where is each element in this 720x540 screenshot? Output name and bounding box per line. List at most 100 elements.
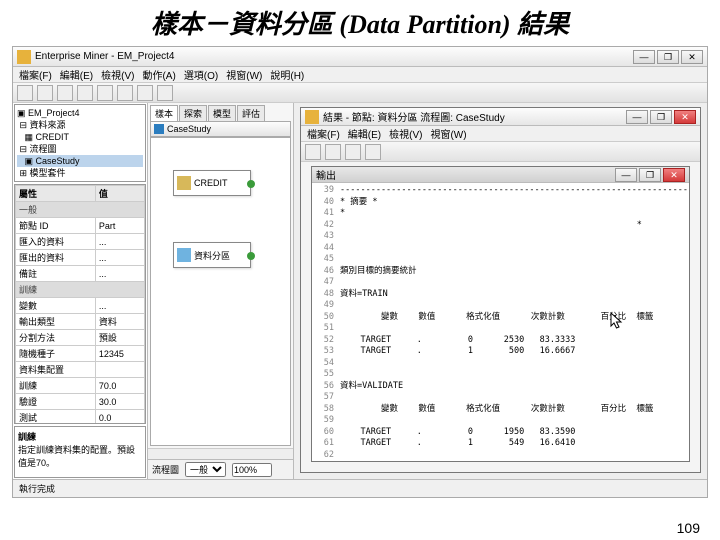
node-credit[interactable]: CREDIT bbox=[173, 170, 251, 196]
toolbar-button[interactable] bbox=[37, 85, 53, 101]
menu-help[interactable]: 說明(H) bbox=[270, 67, 304, 82]
menu-view[interactable]: 檢視(V) bbox=[389, 126, 422, 141]
diagram-name: CaseStudy bbox=[167, 124, 211, 134]
prop-val[interactable]: ... bbox=[95, 250, 144, 266]
app-menubar: 檔案(F) 編輯(E) 檢視(V) 動作(A) 選項(O) 視窗(W) 說明(H… bbox=[13, 67, 707, 83]
tree-item[interactable]: ⊞ 模型套件 bbox=[17, 167, 143, 179]
minimize-button[interactable]: — bbox=[615, 168, 637, 182]
output-log[interactable]: 39--------------------------------------… bbox=[312, 183, 689, 461]
prop-val[interactable]: 資料 bbox=[95, 314, 144, 330]
menu-edit[interactable]: 編輯(E) bbox=[348, 126, 381, 141]
tree-item[interactable]: ▦ CREDIT bbox=[17, 131, 143, 143]
results-area: 結果 - 節點: 資料分區 流程圖: CaseStudy — ❐ ✕ 檔案(F)… bbox=[294, 103, 707, 479]
prop-val[interactable]: 預設 bbox=[95, 330, 144, 346]
toolbar-button[interactable] bbox=[117, 85, 133, 101]
node-label: 資料分區 bbox=[194, 249, 230, 262]
tab-explore[interactable]: 探索 bbox=[179, 105, 207, 121]
toolbar-button[interactable] bbox=[97, 85, 113, 101]
mouse-cursor-icon bbox=[610, 312, 624, 330]
diagram-icon bbox=[154, 124, 164, 134]
toolbar-button[interactable] bbox=[345, 144, 361, 160]
desc-title: 訓練 bbox=[18, 432, 36, 442]
diagram-footer: 流程圖 一般 bbox=[148, 459, 293, 479]
prop-val[interactable]: ... bbox=[95, 234, 144, 250]
properties-panel[interactable]: 屬性值 一般 節點 IDPart 匯入的資料... 匯出的資料... 備註...… bbox=[14, 184, 146, 424]
menu-action[interactable]: 動作(A) bbox=[142, 67, 175, 82]
app-title: Enterprise Miner - EM_Project4 bbox=[35, 51, 175, 62]
minimize-button[interactable]: — bbox=[633, 50, 655, 64]
prop-val[interactable]: ... bbox=[95, 266, 144, 282]
diagram-scrollbar[interactable] bbox=[148, 448, 293, 459]
toolbar-button[interactable] bbox=[57, 85, 73, 101]
results-window: 結果 - 節點: 資料分區 流程圖: CaseStudy — ❐ ✕ 檔案(F)… bbox=[300, 107, 701, 473]
status-complete-icon bbox=[247, 180, 255, 188]
close-button[interactable]: ✕ bbox=[681, 50, 703, 64]
diagram-title[interactable]: CaseStudy bbox=[150, 121, 291, 137]
app-titlebar[interactable]: Enterprise Miner - EM_Project4 — ❐ ✕ bbox=[13, 47, 707, 67]
toolbar-button[interactable] bbox=[325, 144, 341, 160]
menu-file[interactable]: 檔案(F) bbox=[19, 67, 52, 82]
menu-edit[interactable]: 編輯(E) bbox=[60, 67, 93, 82]
close-button[interactable]: ✕ bbox=[674, 110, 696, 124]
maximize-button[interactable]: ❐ bbox=[639, 168, 661, 182]
tree-item-selected[interactable]: ▣ CaseStudy bbox=[17, 155, 143, 167]
toolbar-button[interactable] bbox=[365, 144, 381, 160]
prop-key: 隨機種子 bbox=[16, 346, 96, 362]
props-section: 一般 bbox=[16, 202, 145, 218]
toolbar-button[interactable] bbox=[77, 85, 93, 101]
diagram-canvas[interactable]: CREDIT 資料分區 bbox=[150, 137, 291, 446]
tab-sample[interactable]: 樣本 bbox=[150, 105, 178, 121]
prop-key: 備註 bbox=[16, 266, 96, 282]
toolbar-button[interactable] bbox=[305, 144, 321, 160]
results-toolbar bbox=[301, 142, 700, 162]
menu-window[interactable]: 視窗(W) bbox=[226, 67, 262, 82]
prop-val[interactable]: Part bbox=[95, 218, 144, 234]
prop-val[interactable]: 70.0 bbox=[95, 378, 144, 394]
close-button[interactable]: ✕ bbox=[663, 168, 685, 182]
prop-key: 輸出類型 bbox=[16, 314, 96, 330]
results-menubar: 檔案(F) 編輯(E) 檢視(V) 視窗(W) bbox=[301, 126, 700, 142]
footer-label: 流程圖 bbox=[152, 463, 179, 476]
prop-val[interactable]: 0.0 bbox=[95, 410, 144, 425]
project-tree[interactable]: ▣ EM_Project4 ⊟ 資料來源 ▦ CREDIT ⊟ 流程圖 ▣ Ca… bbox=[14, 104, 146, 182]
menu-window[interactable]: 視窗(W) bbox=[430, 126, 466, 141]
tree-item[interactable]: ⊟ 流程圖 bbox=[17, 143, 143, 155]
page-number: 109 bbox=[677, 520, 700, 536]
menu-view[interactable]: 檢視(V) bbox=[101, 67, 134, 82]
tree-item[interactable]: ⊟ 資料來源 bbox=[17, 119, 143, 131]
tab-assess[interactable]: 評估 bbox=[237, 105, 265, 121]
status-bar: 執行完成 bbox=[13, 479, 707, 497]
prop-key: 節點 ID bbox=[16, 218, 96, 234]
prop-key: 資料集配置 bbox=[16, 362, 96, 378]
tree-root[interactable]: ▣ EM_Project4 bbox=[17, 107, 143, 119]
results-title: 結果 - 節點: 資料分區 流程圖: CaseStudy bbox=[323, 109, 505, 124]
prop-val[interactable]: 30.0 bbox=[95, 394, 144, 410]
prop-val[interactable]: ... bbox=[95, 298, 144, 314]
node-partition[interactable]: 資料分區 bbox=[173, 242, 251, 268]
minimize-button[interactable]: — bbox=[626, 110, 648, 124]
diagram-panel: 樣本 探索 模型 評估 CaseStudy CREDIT 資料分區 bbox=[148, 103, 294, 479]
output-titlebar[interactable]: 輸出 — ❐ ✕ bbox=[312, 167, 689, 183]
partition-icon bbox=[177, 248, 191, 262]
app-toolbar bbox=[13, 83, 707, 103]
results-titlebar[interactable]: 結果 - 節點: 資料分區 流程圖: CaseStudy — ❐ ✕ bbox=[301, 108, 700, 126]
props-header-val: 值 bbox=[95, 186, 144, 202]
prop-val[interactable] bbox=[95, 362, 144, 378]
output-subwindow: 輸出 — ❐ ✕ 39-----------------------------… bbox=[311, 166, 690, 462]
maximize-button[interactable]: ❐ bbox=[657, 50, 679, 64]
slide-title: 樣本－資料分區 (Data Partition) 結果 bbox=[0, 0, 720, 43]
toolbar-button[interactable] bbox=[137, 85, 153, 101]
tab-model[interactable]: 模型 bbox=[208, 105, 236, 121]
menu-options[interactable]: 選項(O) bbox=[184, 67, 218, 82]
toolbar-button[interactable] bbox=[157, 85, 173, 101]
zoom-input[interactable] bbox=[232, 463, 272, 477]
menu-file[interactable]: 檔案(F) bbox=[307, 126, 340, 141]
toolbar-button[interactable] bbox=[17, 85, 33, 101]
status-complete-icon bbox=[247, 252, 255, 260]
left-panel: ▣ EM_Project4 ⊟ 資料來源 ▦ CREDIT ⊟ 流程圖 ▣ Ca… bbox=[13, 103, 148, 479]
datasource-icon bbox=[177, 176, 191, 190]
scale-select[interactable]: 一般 bbox=[185, 462, 226, 477]
maximize-button[interactable]: ❐ bbox=[650, 110, 672, 124]
prop-val[interactable]: 12345 bbox=[95, 346, 144, 362]
desc-body: 指定訓練資料集的配置。預設值是70。 bbox=[18, 445, 135, 468]
